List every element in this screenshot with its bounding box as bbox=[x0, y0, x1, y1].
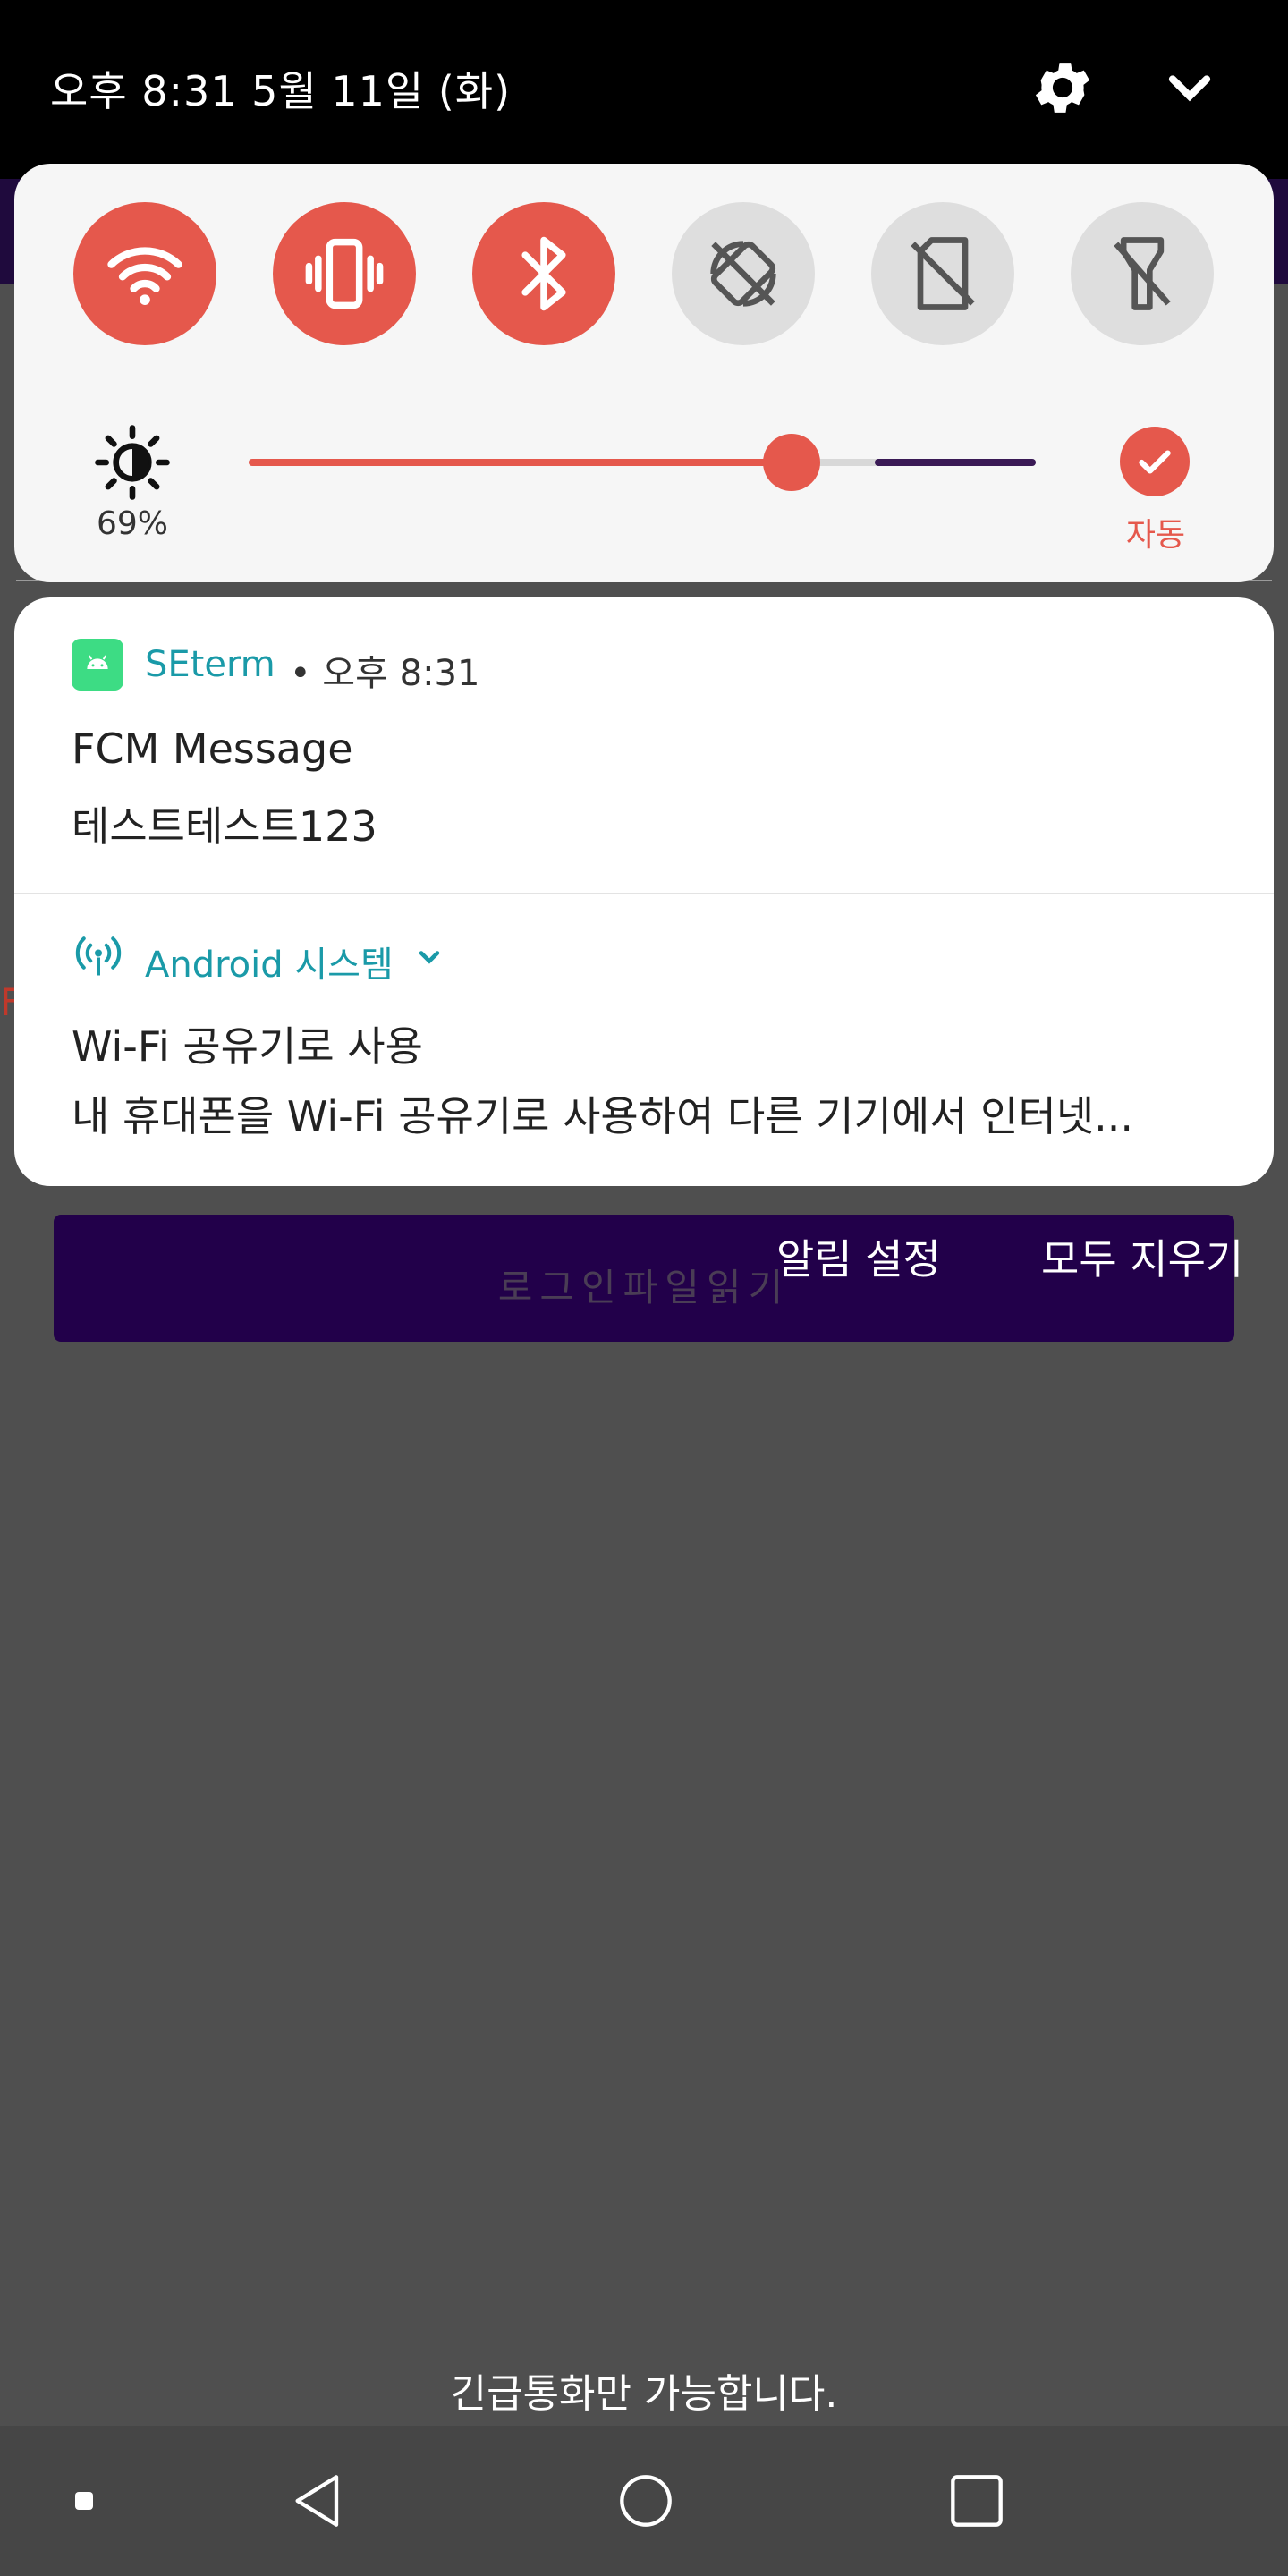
wifi-tile[interactable] bbox=[73, 202, 216, 345]
expand-chevron-icon[interactable] bbox=[413, 941, 445, 973]
slider-track-end bbox=[875, 459, 1036, 466]
chevron-up-icon[interactable] bbox=[1156, 54, 1224, 122]
sim-tile[interactable] bbox=[871, 202, 1014, 345]
brightness-slider[interactable] bbox=[249, 434, 1036, 491]
bluetooth-tile[interactable] bbox=[472, 202, 615, 345]
sim-off-icon bbox=[911, 237, 975, 310]
notification-title: Wi-Fi 공유기로 사용 bbox=[72, 1022, 423, 1071]
notification-time: • 오후 8:31 bbox=[290, 653, 480, 694]
notification-android-system[interactable]: Android 시스템 Wi-Fi 공유기로 사용 내 휴대폰을 Wi-Fi 공… bbox=[14, 894, 1274, 1186]
nav-dot-icon[interactable] bbox=[73, 2490, 95, 2512]
emergency-calls-only-text: 긴급통화만 가능합니다. bbox=[450, 2371, 838, 2417]
recent-apps-icon[interactable] bbox=[941, 2465, 1013, 2537]
check-icon bbox=[1139, 450, 1171, 474]
auto-rotate-tile[interactable] bbox=[672, 202, 815, 345]
hotspot-icon bbox=[72, 928, 125, 982]
slider-fill bbox=[249, 459, 792, 466]
notification-app-name: Android 시스템 bbox=[145, 945, 394, 986]
quick-settings-panel: 69% 자동 bbox=[14, 164, 1274, 582]
auto-brightness-label: 자동 bbox=[1125, 517, 1186, 554]
clear-all-button[interactable]: 모두 지우기 bbox=[1041, 1227, 1243, 1286]
notification-app-name: SEterm bbox=[145, 644, 275, 685]
status-bar: 오후 8:31 5월 11일 (화) bbox=[0, 0, 1288, 179]
notification-card: SEterm • 오후 8:31 FCM Message 테스트테스트123 A… bbox=[14, 597, 1274, 1186]
notification-text: 내 휴대폰을 Wi-Fi 공유기로 사용하여 다른 기기에서 인터넷... bbox=[72, 1092, 1134, 1140]
rotate-off-icon bbox=[710, 241, 776, 307]
brightness-value: 69% bbox=[97, 505, 169, 542]
notification-text: 테스트테스트123 bbox=[72, 802, 377, 851]
flashlight-off-icon bbox=[1114, 237, 1171, 310]
back-icon[interactable] bbox=[283, 2465, 354, 2537]
bluetooth-icon bbox=[521, 236, 566, 311]
brightness-icon bbox=[93, 423, 172, 502]
home-icon[interactable] bbox=[610, 2465, 682, 2537]
flashlight-tile[interactable] bbox=[1071, 202, 1214, 345]
gear-icon[interactable] bbox=[1029, 54, 1097, 122]
notification-title: FCM Message bbox=[72, 724, 353, 773]
navigation-bar bbox=[0, 2426, 1288, 2576]
wifi-icon bbox=[107, 247, 182, 305]
notification-seterm[interactable]: SEterm • 오후 8:31 FCM Message 테스트테스트123 bbox=[14, 597, 1274, 893]
vibrate-icon bbox=[305, 238, 384, 309]
status-time-date: 오후 8:31 5월 11일 (화) bbox=[50, 67, 512, 115]
notification-settings-button[interactable]: 알림 설정 bbox=[776, 1227, 941, 1286]
vibrate-tile[interactable] bbox=[273, 202, 416, 345]
slider-thumb[interactable] bbox=[763, 434, 820, 491]
auto-brightness-toggle[interactable] bbox=[1120, 427, 1190, 496]
android-icon bbox=[72, 639, 123, 691]
